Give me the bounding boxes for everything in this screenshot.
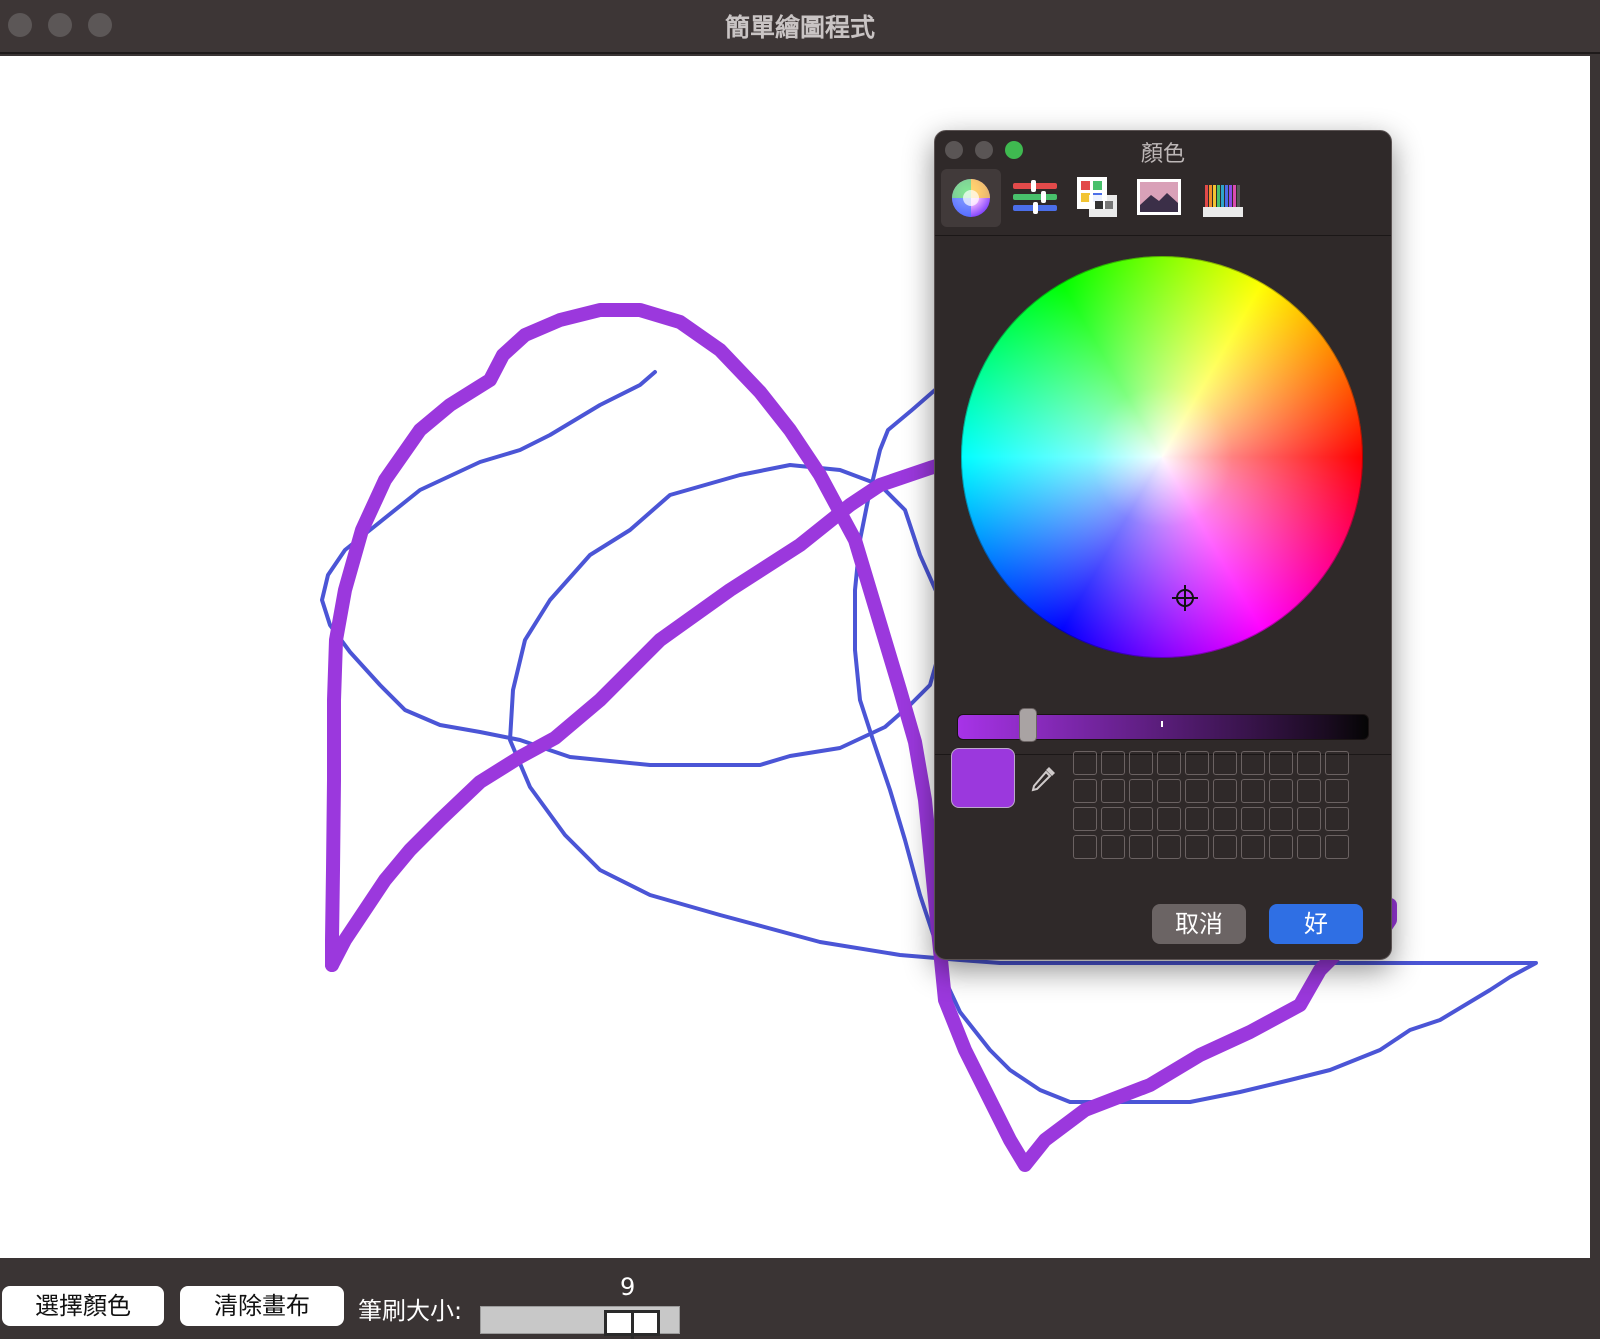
brush-size-value: 9 <box>620 1273 636 1301</box>
pencils-icon <box>1203 185 1243 217</box>
sliders-icon <box>1013 180 1057 214</box>
swatch-cell[interactable] <box>1101 779 1125 803</box>
brush-size-label: 筆刷大小: <box>358 1297 463 1325</box>
swatch-cell[interactable] <box>1213 807 1237 831</box>
swatch-cell[interactable] <box>1213 751 1237 775</box>
bottom-toolbar: 選擇顏色 清除畫布 筆刷大小: 9 <box>0 1258 1600 1339</box>
choose-color-button[interactable]: 選擇顏色 <box>2 1286 164 1326</box>
swatch-cell[interactable] <box>1185 779 1209 803</box>
palette-grid-icon <box>1077 177 1117 217</box>
swatch-cell[interactable] <box>1297 779 1321 803</box>
swatch-cell[interactable] <box>1129 835 1153 859</box>
swatch-cell[interactable] <box>1129 779 1153 803</box>
color-picker-panel: 顏色 取消 好 <box>934 130 1392 960</box>
window-titlebar: 簡單繪圖程式 <box>0 0 1600 54</box>
swatch-cell[interactable] <box>1241 751 1265 775</box>
swatch-cell[interactable] <box>1101 807 1125 831</box>
swatch-cell[interactable] <box>1269 807 1293 831</box>
color-wheel-icon <box>952 179 990 217</box>
brush-size-slider-handle[interactable] <box>604 1310 660 1339</box>
image-icon <box>1137 179 1181 215</box>
swatch-cell[interactable] <box>1073 751 1097 775</box>
swatch-cell[interactable] <box>1073 807 1097 831</box>
color-mode-tabs <box>935 167 1391 236</box>
swatch-cell[interactable] <box>1269 779 1293 803</box>
current-color-swatch[interactable] <box>951 748 1015 808</box>
clear-canvas-button[interactable]: 清除畫布 <box>180 1286 344 1326</box>
cancel-button[interactable]: 取消 <box>1152 904 1246 944</box>
swatch-cell[interactable] <box>1101 835 1125 859</box>
brightness-tick <box>1161 721 1163 727</box>
tab-image-palettes[interactable] <box>1129 169 1189 227</box>
swatch-cell[interactable] <box>1241 807 1265 831</box>
swatch-cell[interactable] <box>1269 751 1293 775</box>
crosshair-icon[interactable] <box>1171 584 1199 612</box>
window-right-edge <box>1590 56 1600 1258</box>
color-panel-title: 顏色 <box>1140 142 1185 167</box>
swatch-cell[interactable] <box>1269 835 1293 859</box>
saved-swatches-grid <box>1073 751 1353 867</box>
color-panel-titlebar: 顏色 <box>935 131 1391 167</box>
color-wheel[interactable] <box>961 256 1363 658</box>
swatch-cell[interactable] <box>1297 751 1321 775</box>
brightness-slider-knob[interactable] <box>1019 708 1037 742</box>
swatch-cell[interactable] <box>1101 751 1125 775</box>
swatch-cell[interactable] <box>1073 779 1097 803</box>
swatch-cell[interactable] <box>1129 751 1153 775</box>
swatch-cell[interactable] <box>1157 751 1181 775</box>
swatch-cell[interactable] <box>1325 779 1349 803</box>
swatch-cell[interactable] <box>1185 835 1209 859</box>
swatch-cell[interactable] <box>1185 807 1209 831</box>
swatch-cell[interactable] <box>1157 807 1181 831</box>
swatch-cell[interactable] <box>1325 807 1349 831</box>
swatch-cell[interactable] <box>1073 835 1097 859</box>
window-title: 簡單繪圖程式 <box>724 13 875 42</box>
swatch-cell[interactable] <box>1185 751 1209 775</box>
swatch-cell[interactable] <box>1297 835 1321 859</box>
swatch-cell[interactable] <box>1213 779 1237 803</box>
ok-button[interactable]: 好 <box>1269 904 1363 944</box>
swatch-cell[interactable] <box>1241 835 1265 859</box>
swatch-cell[interactable] <box>1213 835 1237 859</box>
swatch-cell[interactable] <box>1241 779 1265 803</box>
swatch-cell[interactable] <box>1157 835 1181 859</box>
swatch-cell[interactable] <box>1297 807 1321 831</box>
swatch-cell[interactable] <box>1157 779 1181 803</box>
color-wheel-area <box>935 236 1391 726</box>
tab-color-wheel[interactable] <box>941 169 1001 227</box>
swatch-cell[interactable] <box>1325 835 1349 859</box>
tab-color-palettes[interactable] <box>1067 169 1127 227</box>
swatch-cell[interactable] <box>1325 751 1349 775</box>
tab-pencils[interactable] <box>1193 169 1253 227</box>
tab-color-sliders[interactable] <box>1005 169 1065 227</box>
swatch-cell[interactable] <box>1129 807 1153 831</box>
eyedropper-icon[interactable] <box>1025 761 1061 797</box>
